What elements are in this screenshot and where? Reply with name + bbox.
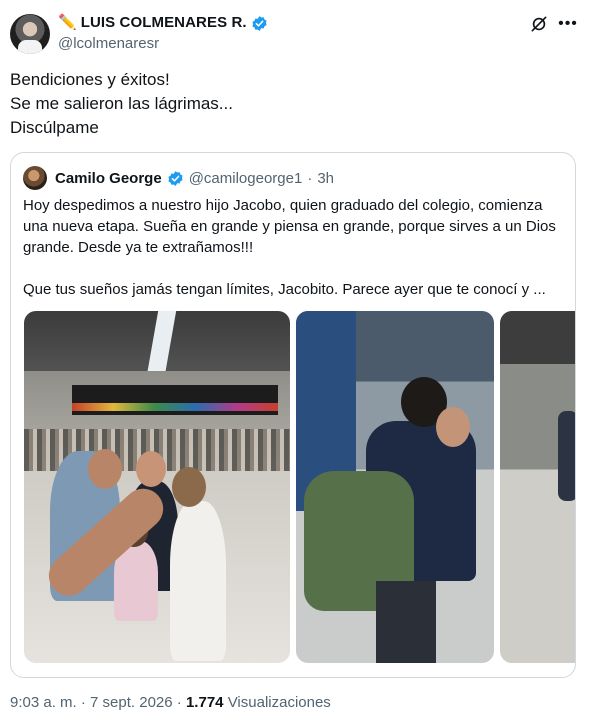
post-metadata: 9:03 a. m. · 7 sept. 2026 · 1.774 Visual… — [10, 694, 331, 711]
more-options-icon[interactable]: ••• — [558, 14, 578, 34]
author-handle[interactable]: @lcolmenaresr — [58, 35, 159, 52]
author-avatar[interactable] — [10, 14, 50, 54]
separator-dot: · — [176, 694, 182, 711]
quote-text: Hoy despedimos a nuestro hijo Jacobo, qu… — [23, 195, 568, 300]
photo-family-airport[interactable] — [24, 311, 290, 663]
separator-dot: · — [80, 694, 86, 711]
post: ✏️ LUIS COLMENARES R. @lcolmenaresr ••• … — [0, 0, 598, 718]
views-count[interactable]: 1.774 — [186, 694, 224, 711]
quote-author-name[interactable]: Camilo George — [55, 170, 162, 187]
quote-author-avatar[interactable] — [23, 166, 47, 190]
quote-header: Camilo George @camilogeorge1 · 3h — [23, 166, 334, 190]
quoted-post[interactable]: Camilo George @camilogeorge1 · 3h Hoy de… — [10, 152, 576, 678]
post-line: Bendiciones y éxitos! — [10, 70, 170, 89]
post-line: Se me salieron las lágrimas... — [10, 94, 233, 113]
photo-hug-backpack[interactable] — [296, 311, 494, 663]
pencil-emoji-icon: ✏️ — [58, 14, 77, 31]
photo-airport-hall[interactable] — [500, 311, 575, 663]
grok-icon[interactable] — [529, 14, 549, 34]
quote-author-handle[interactable]: @camilogeorge1 — [189, 170, 303, 187]
post-time[interactable]: 9:03 a. m. — [10, 694, 77, 711]
separator-dot: · — [307, 169, 313, 187]
views-label: Visualizaciones — [227, 694, 331, 711]
post-line: Discúlpame — [10, 118, 99, 137]
author-display-name[interactable]: LUIS COLMENARES R. — [81, 14, 247, 32]
quote-paragraph: Que tus sueños jamás tengan límites, Jac… — [23, 281, 546, 298]
author-name-row[interactable]: ✏️ LUIS COLMENARES R. — [58, 14, 268, 32]
verified-badge-icon — [168, 170, 183, 186]
post-text: Bendiciones y éxitos! Se me salieron las… — [10, 68, 580, 140]
quote-paragraph: Hoy despedimos a nuestro hijo Jacobo, qu… — [23, 197, 556, 256]
quote-timestamp[interactable]: 3h — [317, 170, 334, 187]
post-date[interactable]: 7 sept. 2026 — [90, 694, 173, 711]
verified-badge-icon — [252, 15, 267, 31]
